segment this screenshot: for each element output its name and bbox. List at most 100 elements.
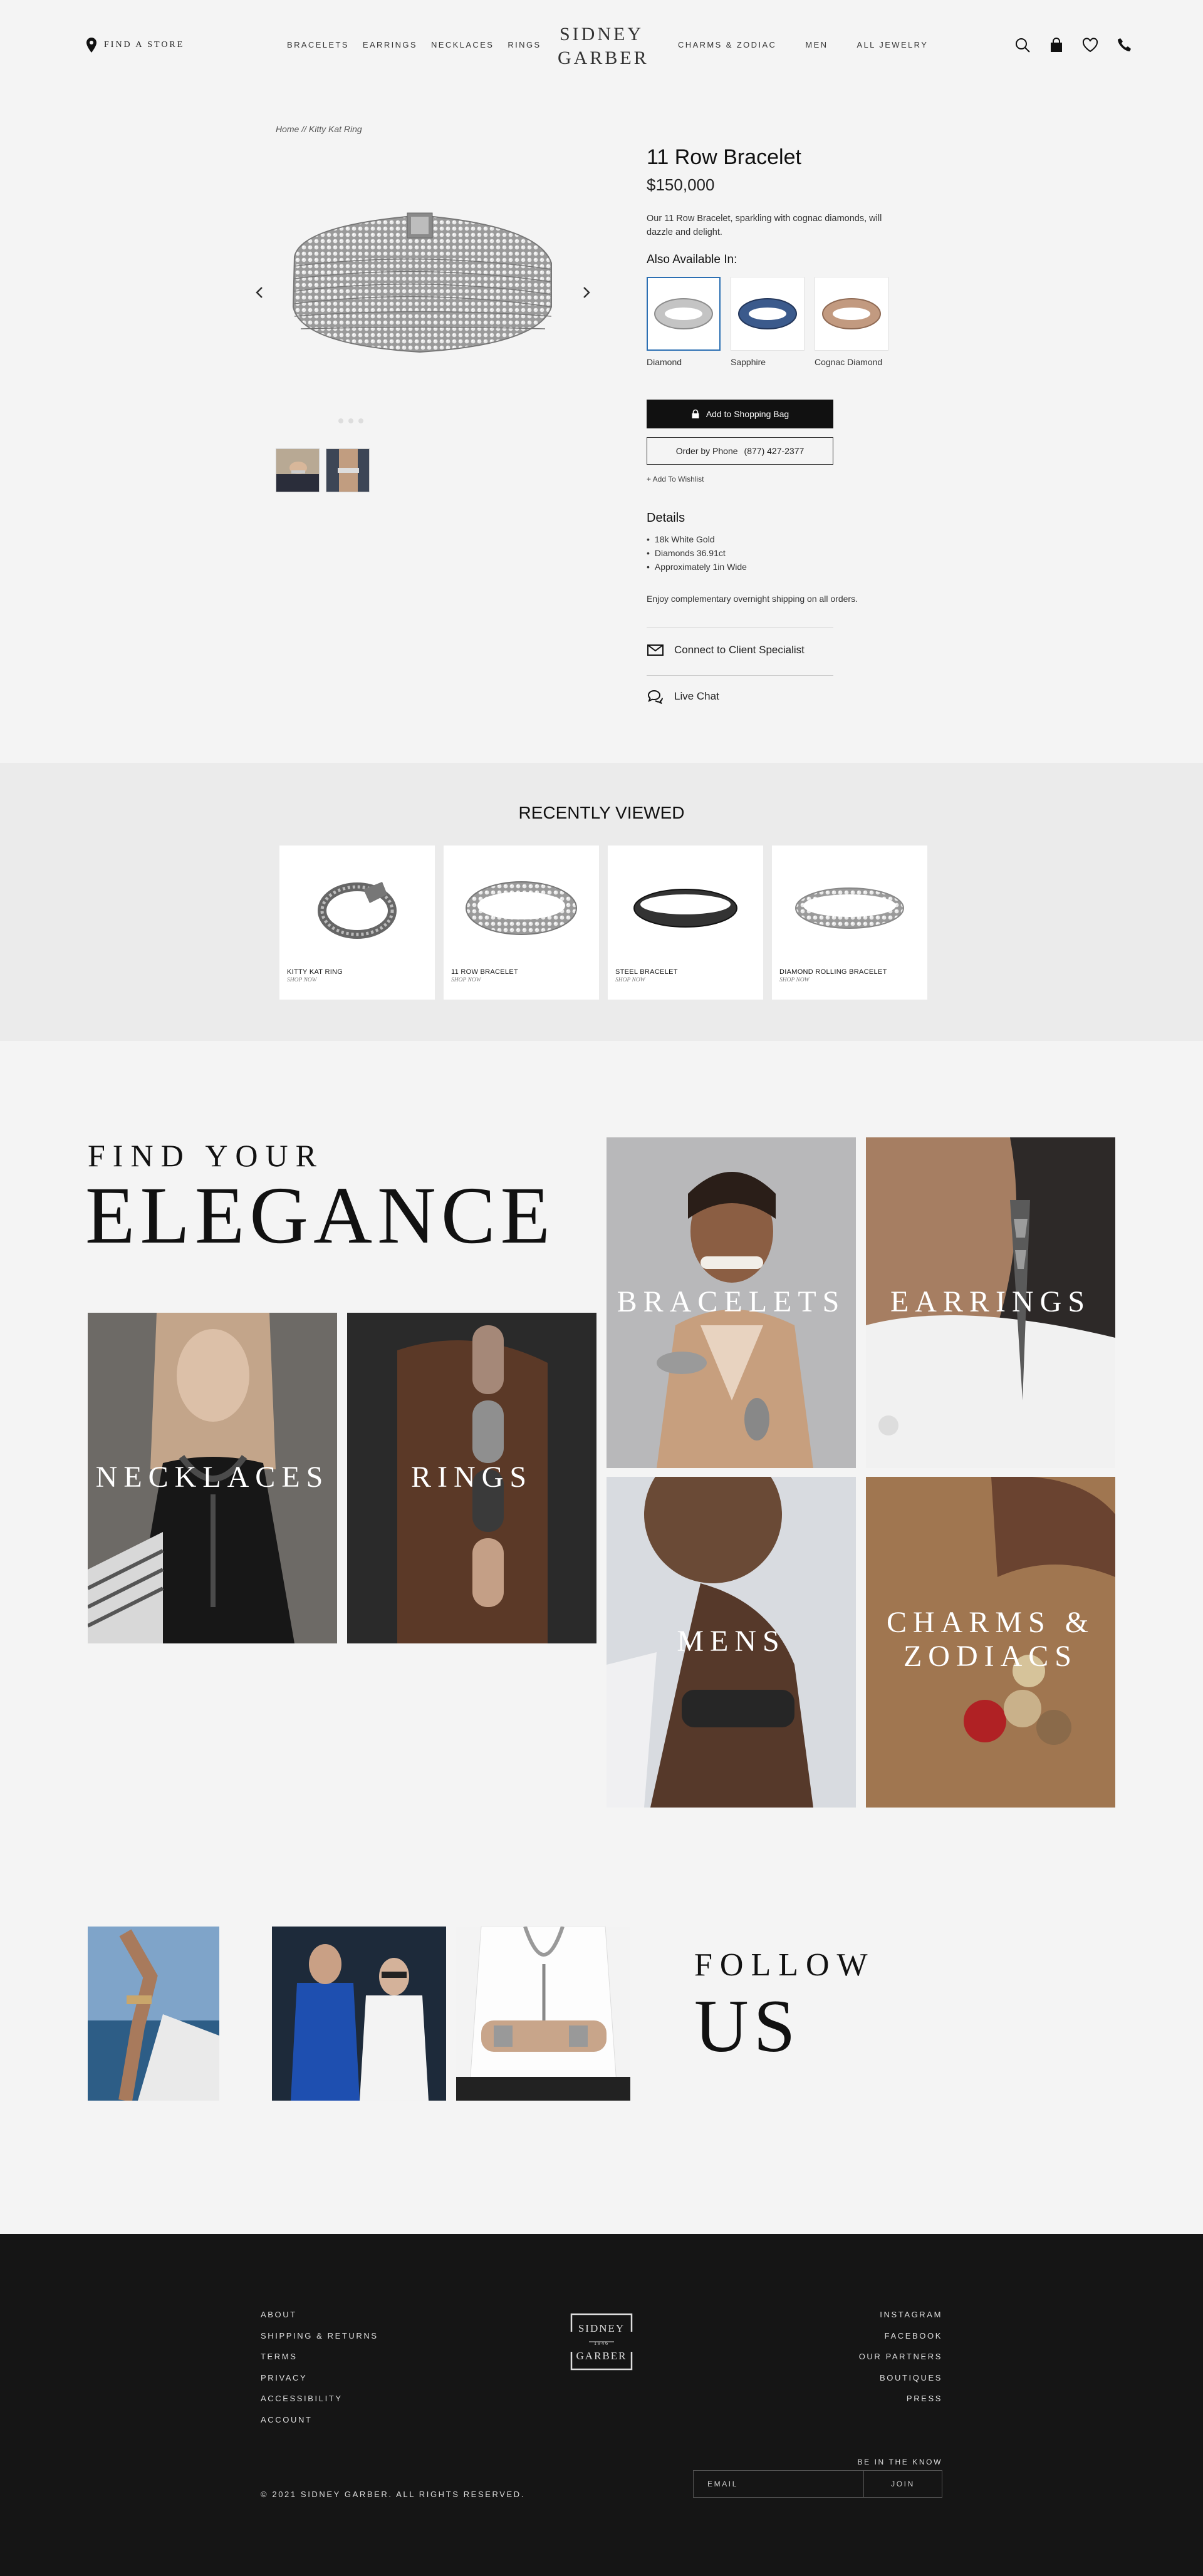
thumbnail-model-2[interactable] <box>326 448 370 492</box>
footer-logo-bottom: GARBER <box>576 2350 627 2362</box>
nav-rings[interactable]: RINGS <box>508 40 541 49</box>
elegance-heading-line2: ELEGANCE <box>85 1171 555 1261</box>
header-icons <box>1014 36 1133 54</box>
recent-item-11-row-bracelet[interactable]: 11 ROW BRACELET SHOP NOW <box>444 846 599 1000</box>
image-dots <box>338 418 363 423</box>
connect-specialist-link[interactable]: Connect to Client Specialist <box>647 643 805 658</box>
instagram-post-1[interactable] <box>88 1927 262 2101</box>
nav-bracelets[interactable]: BRACELETS <box>287 40 349 49</box>
variant-swatch[interactable] <box>731 277 805 351</box>
recent-item-steel-bracelet[interactable]: STEEL BRACELET SHOP NOW <box>608 846 763 1000</box>
order-by-phone-button[interactable]: Order by Phone (877) 427-2377 <box>647 437 833 465</box>
recent-item-shop-link[interactable]: SHOP NOW <box>779 977 810 983</box>
tile-label: EARRINGS <box>890 1285 1091 1318</box>
footer-link-account[interactable]: ACCOUNT <box>261 2409 378 2431</box>
newsletter-heading: BE IN THE KNOW <box>857 2458 942 2466</box>
detail-item: Diamonds 36.91ct <box>647 546 747 560</box>
add-to-bag-button[interactable]: Add to Shopping Bag <box>647 400 833 428</box>
site-logo[interactable]: SIDNEY GARBER <box>558 23 649 70</box>
carousel-dot[interactable] <box>358 418 363 423</box>
tile-label: MENS <box>677 1625 786 1658</box>
phone-icon[interactable] <box>1115 36 1133 54</box>
chat-bubble-icon <box>647 690 663 704</box>
category-tile-charms-zodiacs[interactable]: CHARMS & ZODIACS <box>866 1477 1115 1808</box>
carousel-dot[interactable] <box>348 418 353 423</box>
newsletter-email-input[interactable]: EMAIL <box>694 2471 864 2497</box>
recent-item-shop-link[interactable]: SHOP NOW <box>451 977 481 983</box>
footer-links-left: ABOUT SHIPPING & RETURNS TERMS PRIVACY A… <box>261 2304 378 2430</box>
carousel-dot[interactable] <box>338 418 343 423</box>
product-title: 11 Row Bracelet <box>647 145 801 169</box>
newsletter-join-button[interactable]: JOIN <box>864 2471 942 2497</box>
recent-item-diamond-rolling-bracelet[interactable]: DIAMOND ROLLING BRACELET SHOP NOW <box>772 846 927 1000</box>
footer-logo-top: SIDNEY <box>578 2322 625 2334</box>
variant-swatch[interactable] <box>815 277 888 351</box>
recent-item-kitty-kat-ring[interactable]: KITTY KAT RING SHOP NOW <box>279 846 435 1000</box>
recent-item-name: STEEL BRACELET <box>615 968 678 976</box>
footer-link-our-partners[interactable]: OUR PARTNERS <box>859 2346 942 2367</box>
category-tile-rings[interactable]: RINGS <box>347 1313 596 1643</box>
recent-item-image <box>633 889 737 928</box>
recently-viewed-list: KITTY KAT RING SHOP NOW 11 ROW BRACELET … <box>279 846 927 1000</box>
tile-label: ZODIACS <box>903 1640 1078 1673</box>
thumbnail-model-1[interactable] <box>276 448 320 492</box>
nav-necklaces[interactable]: NECKLACES <box>431 40 494 49</box>
add-to-wishlist-link[interactable]: + Add To Wishlist <box>647 475 704 484</box>
product-description: Our 11 Row Bracelet, sparkling with cogn… <box>647 214 882 237</box>
divider <box>647 675 833 676</box>
instagram-post-2[interactable] <box>272 1927 446 2101</box>
recent-item-shop-link[interactable]: SHOP NOW <box>615 977 645 983</box>
detail-item: 18k White Gold <box>647 532 747 546</box>
nav-charms-zodiac[interactable]: CHARMS & ZODIAC <box>678 40 776 49</box>
instagram-post-3[interactable] <box>456 1927 630 2101</box>
category-tile-necklaces[interactable]: NECKLACES <box>88 1313 337 1643</box>
category-tile-bracelets[interactable]: BRACELETS <box>607 1137 856 1468</box>
footer-link-about[interactable]: ABOUT <box>261 2304 378 2325</box>
footer-link-accessibility[interactable]: ACCESSIBILITY <box>261 2388 378 2409</box>
live-chat-link[interactable]: Live Chat <box>647 689 719 704</box>
logo-line2: GARBER <box>558 48 649 68</box>
category-tile-earrings[interactable]: EARRINGS <box>866 1137 1115 1468</box>
find-store-link[interactable]: FIND A STORE <box>86 38 184 53</box>
newsletter-form: EMAIL JOIN <box>693 2470 942 2498</box>
nav-all-jewelry[interactable]: ALL JEWELRY <box>857 40 928 49</box>
recent-item-name: KITTY KAT RING <box>287 968 343 976</box>
tile-label: CHARMS & <box>886 1606 1095 1639</box>
footer-link-instagram[interactable]: INSTAGRAM <box>859 2304 942 2325</box>
variant-swatch[interactable] <box>647 277 721 351</box>
breadcrumb[interactable]: Home // Kitty Kat Ring <box>276 124 362 134</box>
instagram-photo <box>272 1927 446 2101</box>
nav-men[interactable]: MEN <box>805 40 828 49</box>
category-tile-mens[interactable]: MENS <box>607 1477 856 1808</box>
recent-item-image <box>466 881 577 935</box>
details-heading: Details <box>647 511 685 525</box>
nav-earrings[interactable]: EARRINGS <box>363 40 417 49</box>
site-footer: ABOUT SHIPPING & RETURNS TERMS PRIVACY A… <box>0 2234 1203 2576</box>
footer-logo[interactable]: SIDNEY 1946 GARBER <box>570 2313 633 2371</box>
product-thumbnails <box>276 448 370 492</box>
footer-link-press[interactable]: PRESS <box>859 2388 942 2409</box>
details-list: 18k White Gold Diamonds 36.91ct Approxim… <box>647 532 747 574</box>
chevron-right-icon[interactable] <box>579 286 593 299</box>
variant-diamond[interactable]: Diamond <box>647 277 721 367</box>
footer-link-privacy[interactable]: PRIVACY <box>261 2367 378 2389</box>
search-icon[interactable] <box>1014 36 1031 54</box>
footer-link-terms[interactable]: TERMS <box>261 2346 378 2367</box>
recent-item-name: 11 ROW BRACELET <box>451 968 518 976</box>
shopping-bag-icon[interactable] <box>1048 36 1065 54</box>
variant-sapphire[interactable]: Sapphire <box>731 277 805 367</box>
heart-icon[interactable] <box>1081 36 1099 54</box>
order-phone-number: (877) 427-2377 <box>744 446 805 456</box>
instagram-photo <box>456 1927 630 2101</box>
footer-link-shipping-returns[interactable]: SHIPPING & RETURNS <box>261 2325 378 2347</box>
variant-cognac-diamond[interactable]: Cognac Diamond <box>815 277 888 367</box>
recent-item-shop-link[interactable]: SHOP NOW <box>287 977 317 983</box>
variant-label: Cognac Diamond <box>815 357 883 367</box>
footer-link-boutiques[interactable]: BOUTIQUES <box>859 2367 942 2389</box>
variant-label: Diamond <box>647 357 682 367</box>
copyright-text: © 2021 SIDNEY GARBER. ALL RIGHTS RESERVE… <box>261 2490 525 2499</box>
chevron-left-icon[interactable] <box>253 286 267 299</box>
find-store-label: FIND A STORE <box>104 40 185 49</box>
order-by-phone-label: Order by Phone <box>675 446 738 456</box>
footer-link-facebook[interactable]: FACEBOOK <box>859 2325 942 2347</box>
